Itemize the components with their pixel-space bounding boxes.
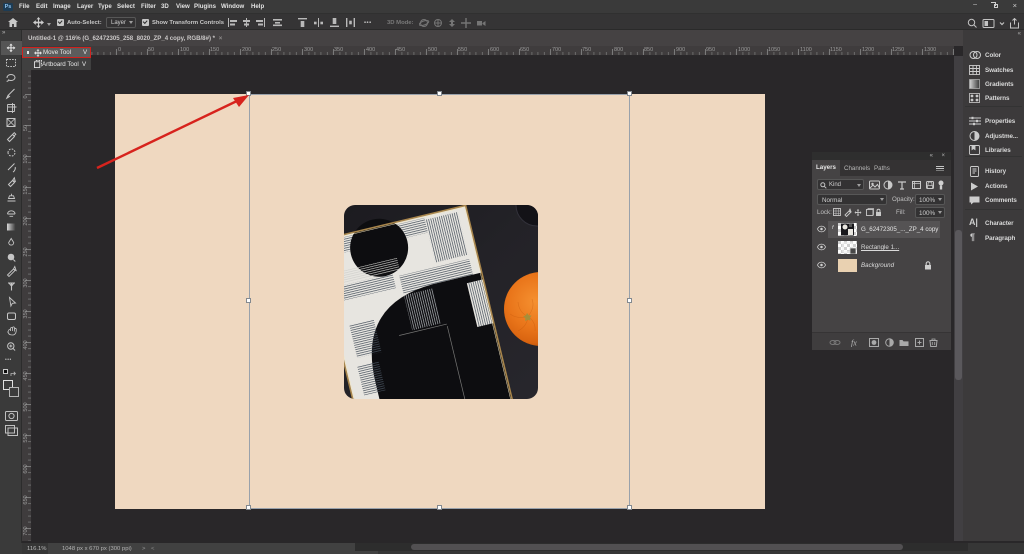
svg-text:fx: fx (851, 339, 857, 348)
